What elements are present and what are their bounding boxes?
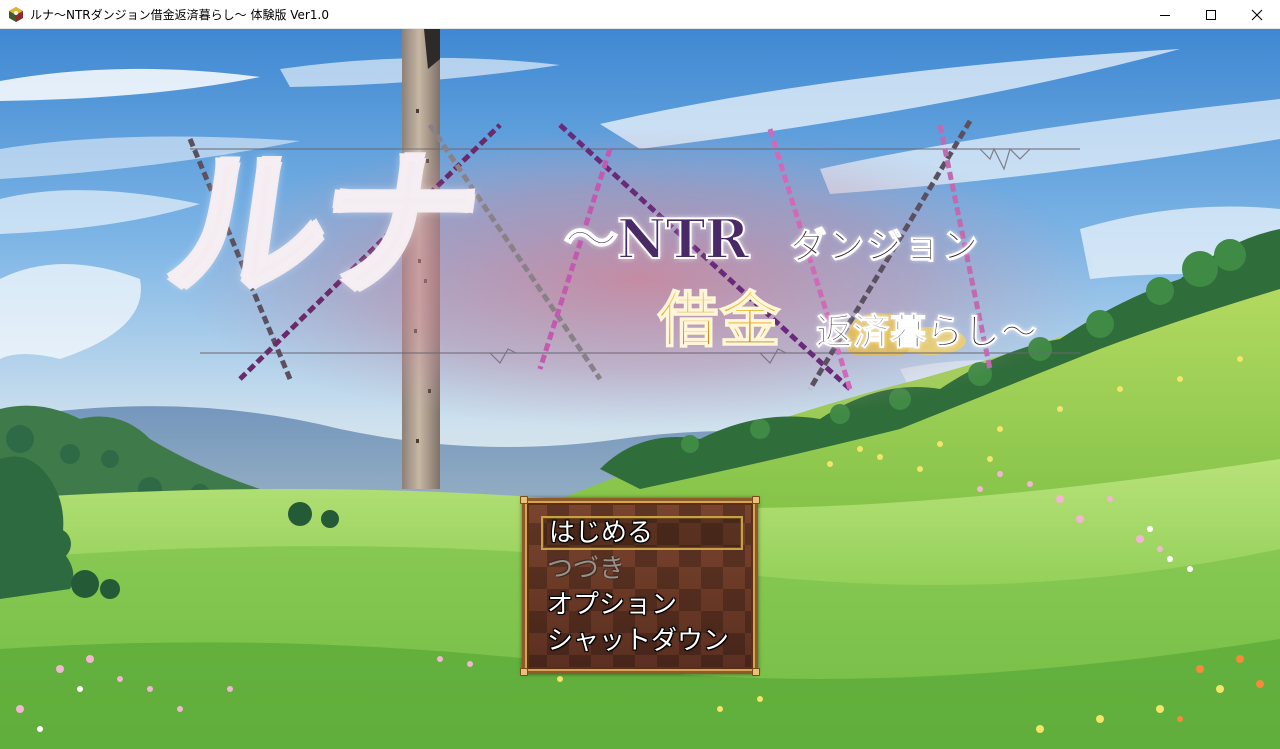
title-command-window: はじめる つづき オプション シャットダウン [520, 496, 760, 676]
logo-main-text: ルナ [156, 132, 484, 319]
menu-options[interactable]: オプション [541, 588, 743, 622]
logo-subtitle-text: 返済暮らし～ [815, 312, 1039, 353]
menu-continue[interactable]: つづき [541, 552, 743, 586]
close-button[interactable] [1234, 0, 1280, 29]
minimize-button[interactable] [1142, 0, 1188, 29]
window-titlebar: ルナ～NTRダンジョン借金返済暮らし～ 体験版 Ver1.0 [0, 0, 1280, 29]
app-icon [9, 7, 23, 22]
logo-ntr-text: ～NTR [563, 207, 750, 271]
minimize-icon [1160, 14, 1170, 16]
game-viewport[interactable]: ルナ ～NTR ダンジョン 借金 返済暮らし～ はじめる つづき オプション シ… [0, 29, 1280, 749]
menu-shutdown[interactable]: シャットダウン [541, 624, 743, 658]
logo-debt-text: 借金 [657, 286, 782, 356]
window-title: ルナ～NTRダンジョン借金返済暮らし～ 体験版 Ver1.0 [30, 8, 329, 22]
close-icon [1251, 9, 1263, 20]
frame-corner-ornament [752, 496, 760, 504]
frame-corner-ornament [752, 668, 760, 676]
frame-corner-ornament [520, 496, 528, 504]
logo-dungeon-text: ダンジョン [789, 226, 981, 267]
frame-corner-ornament [520, 668, 528, 676]
menu-new-game[interactable]: はじめる [541, 516, 743, 550]
maximize-icon [1206, 9, 1216, 20]
maximize-button[interactable] [1188, 0, 1234, 29]
